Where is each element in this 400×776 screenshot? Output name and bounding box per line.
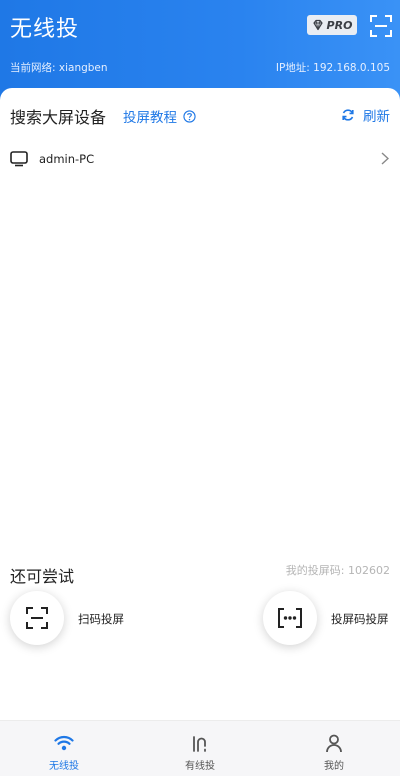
device-name: admin-PC: [39, 152, 95, 166]
tab-mine-label: 我的: [324, 761, 344, 772]
scan-icon[interactable]: [370, 15, 392, 37]
diamond-icon: [312, 19, 323, 31]
code-cast-label[interactable]: 投屏码投屏: [331, 611, 389, 627]
monitor-icon: [10, 151, 28, 167]
device-item[interactable]: admin-PC: [0, 146, 400, 174]
tab-wireless-cast[interactable]: 无线投: [24, 721, 104, 776]
help-circle-icon: [183, 109, 196, 123]
my-cast-code-label: 我的投屏码: 102602: [285, 564, 390, 577]
cable-icon: [193, 736, 206, 752]
refresh-icon: [342, 109, 354, 121]
cast-tutorial-label: 投屏教程: [123, 110, 177, 126]
search-devices-title: 搜索大屏设备: [10, 108, 107, 127]
app-title: 无线投: [10, 17, 80, 42]
wifi-icon: [54, 735, 74, 751]
bottom-tab-bar: 无线投 有线投 我的: [0, 720, 400, 776]
tab-wired-label: 有线投: [185, 761, 215, 772]
scan-icon: [26, 607, 48, 629]
pro-badge[interactable]: PRO: [307, 15, 357, 35]
tab-mine[interactable]: 我的: [294, 721, 374, 776]
chevron-right-icon: [381, 152, 389, 165]
current-network-label: 当前网络: xiangben: [10, 62, 108, 74]
person-icon: [326, 734, 342, 753]
ip-address-label: IP地址: 192.168.0.105: [275, 62, 390, 74]
scan-cast-button[interactable]: [10, 591, 64, 645]
refresh-label: 刷新: [363, 109, 390, 125]
scan-cast-label[interactable]: 扫码投屏: [78, 611, 124, 627]
refresh-button[interactable]: 刷新: [341, 105, 390, 125]
tab-wired-cast[interactable]: 有线投: [160, 721, 240, 776]
code-cast-button[interactable]: [263, 591, 317, 645]
code-dots-icon: [278, 608, 302, 628]
try-also-title: 还可尝试: [10, 567, 75, 586]
pro-badge-label: PRO: [326, 18, 353, 32]
app-header: 无线投 PRO 当前网络: xiangben IP地址: 192.168.0.1…: [0, 0, 400, 100]
cast-tutorial-link[interactable]: 投屏教程: [123, 106, 196, 126]
tab-wireless-label: 无线投: [49, 761, 79, 772]
